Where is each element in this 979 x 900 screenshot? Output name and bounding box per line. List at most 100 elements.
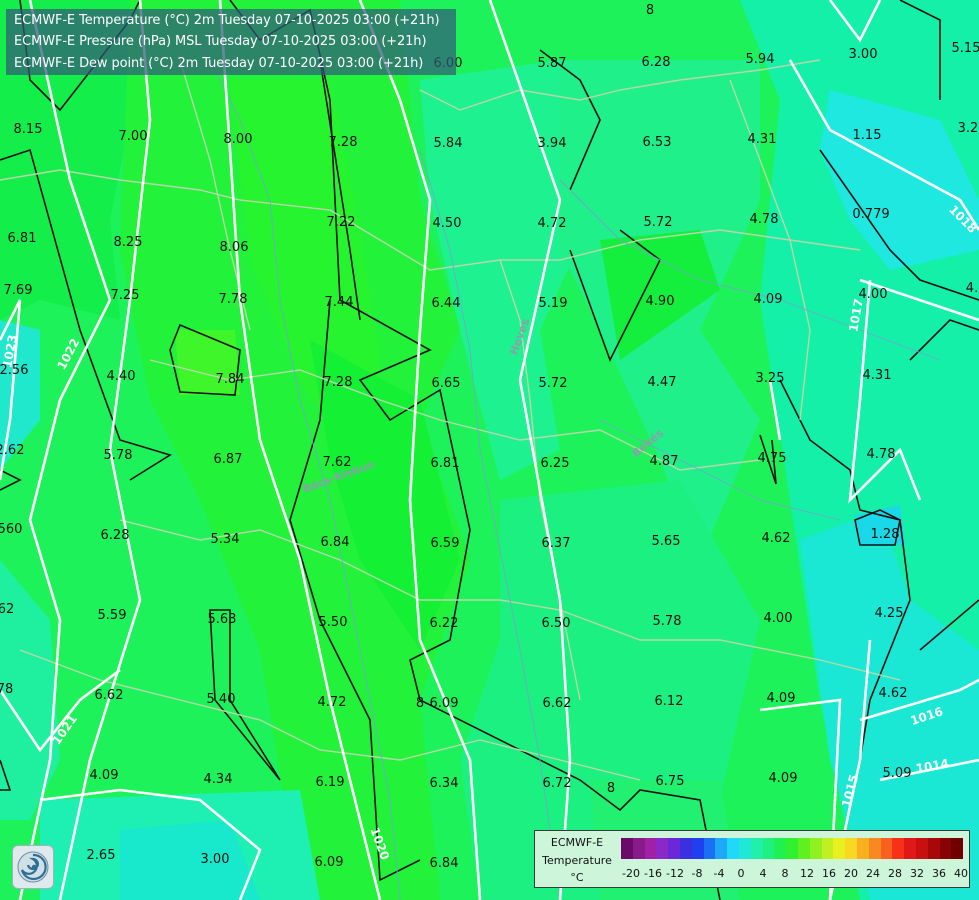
legend-tick-label: 20	[844, 867, 858, 880]
dewpoint-value-label: 6.28	[642, 55, 671, 70]
legend-color-swatch	[656, 838, 669, 859]
dewpoint-value-label: 5.40	[207, 692, 236, 707]
header-line-dewpoint: ECMWF-E Dew point (°C) 2m Tuesday 07-10-…	[14, 56, 424, 71]
dewpoint-value-label: 6.62	[95, 688, 124, 703]
dewpoint-value-label: 6.75	[656, 774, 685, 789]
dewpoint-value-label: 7.28	[329, 135, 358, 150]
dewpoint-value-label: 3.25	[756, 371, 785, 386]
dewpoint-value-label: 7.22	[327, 215, 356, 230]
legend-tick-label: 8	[781, 867, 789, 880]
dewpoint-value-label: 4.50	[433, 216, 462, 231]
dewpoint-value-label: 78	[0, 682, 13, 697]
legend-color-swatch	[904, 838, 916, 859]
legend-color-swatch	[774, 838, 787, 859]
legend-color-swatch	[750, 838, 763, 859]
dewpoint-value-label: 4.72	[538, 216, 567, 231]
legend-color-swatch	[868, 838, 881, 859]
header-line-pressure: ECMWF-E Pressure (hPa) MSL Tuesday 07-10…	[14, 34, 427, 49]
dewpoint-value-label: 6.87	[214, 452, 243, 467]
legend-unit: °C	[570, 871, 584, 884]
legend-color-swatch	[856, 838, 869, 859]
legend-color-swatch	[691, 838, 704, 859]
swirl-icon	[17, 851, 49, 883]
dewpoint-value-label: 4.09	[754, 292, 783, 307]
legend-color-swatch	[880, 838, 893, 859]
dewpoint-value-label: 4.78	[867, 447, 896, 462]
dewpoint-value-label: 4.09	[90, 768, 119, 783]
legend-color-swatch	[644, 838, 657, 859]
dewpoint-value-label: 5.15	[952, 41, 979, 56]
legend-tick-label: -16	[644, 867, 662, 880]
weather-map: 1022 1023 1021 1020 1018 1017 1016 1015 1014 8.1…	[0, 0, 979, 900]
legend-tick-label: 16	[822, 867, 836, 880]
dewpoint-value-label: 4.09	[767, 691, 796, 706]
legend-color-swatch	[951, 838, 964, 859]
dewpoint-value-label: 5.65	[652, 534, 681, 549]
dewpoint-value-label: 4.34	[204, 772, 233, 787]
dewpoint-value-label: 6.84	[321, 535, 350, 550]
dewpoint-value-label: 5.72	[539, 376, 568, 391]
legend-tick-label: 28	[888, 867, 902, 880]
legend-color-swatch	[892, 838, 905, 859]
dewpoint-value-label: 6.28	[101, 528, 130, 543]
dewpoint-value-label: 0.779	[852, 207, 889, 222]
dewpoint-value-label: 8.00	[224, 132, 253, 147]
dewpoint-value-label: 5.72	[644, 215, 673, 230]
temperature-contour-label: 8	[607, 781, 615, 796]
dewpoint-value-label: 6.37	[542, 536, 571, 551]
dewpoint-value-label: 4.87	[650, 454, 679, 469]
legend-tick-label: 12	[800, 867, 814, 880]
dewpoint-value-label: 6.59	[431, 536, 460, 551]
dewpoint-value-label: 5.63	[208, 612, 237, 627]
legend-tick-label: 4	[759, 867, 767, 880]
legend-color-swatch	[927, 838, 940, 859]
dewpoint-value-label: 4.00	[764, 611, 793, 626]
legend-color-swatch	[845, 838, 857, 859]
legend-tick-label: -4	[713, 867, 725, 880]
legend-color-swatch	[679, 838, 692, 859]
dewpoint-value-label: 5.59	[98, 608, 127, 623]
dewpoint-value-label: 4.	[966, 281, 978, 296]
dewpoint-value-label: 560	[0, 522, 22, 537]
dewpoint-value-label: 5.34	[211, 532, 240, 547]
dewpoint-value-label: 4.31	[863, 368, 892, 383]
dewpoint-value-label: 4.31	[748, 132, 777, 147]
dewpoint-value-label: 5.94	[746, 52, 775, 67]
legend-title-variable: Temperature	[542, 854, 612, 867]
dewpoint-value-label: 6.34	[430, 776, 459, 791]
dewpoint-value-label: 3.00	[849, 47, 878, 62]
dewpoint-value-label: 5.84	[434, 136, 463, 151]
dewpoint-value-label: 5.87	[538, 56, 567, 71]
map-header: ECMWF-E Temperature (°C) 2m Tuesday 07-1…	[6, 9, 456, 75]
dewpoint-value-label: 4.47	[648, 375, 677, 390]
dewpoint-value-label: 2.56	[0, 363, 28, 378]
dewpoint-value-label: 7.84	[216, 372, 245, 387]
dewpoint-value-label: 8.15	[14, 122, 43, 137]
legend-color-swatch	[809, 838, 822, 859]
legend-tick-label: 40	[954, 867, 968, 880]
dewpoint-value-label: 6.53	[643, 135, 672, 150]
map-canvas: 102210231021102010181017101610151014 8.1…	[0, 0, 979, 900]
legend-tick-label: -8	[691, 867, 703, 880]
legend-color-swatch	[632, 838, 645, 859]
legend-color-swatch	[821, 838, 834, 859]
dewpoint-value-label: 1.15	[853, 128, 882, 143]
legend-color-swatch	[833, 838, 846, 859]
dewpoint-value-label: 4.09	[769, 771, 798, 786]
dewpoint-value-label: 6.19	[316, 775, 345, 790]
legend-tick-label: 32	[910, 867, 924, 880]
ecmwf-logo	[12, 845, 54, 889]
legend-tick-label: -12	[666, 867, 684, 880]
temperature-legend: ECMWF-E Temperature °C -20 -16 -12 -8 -4 0 4 8 1…	[534, 830, 970, 888]
dewpoint-value-label: 4.78	[750, 212, 779, 227]
dewpoint-value-label: 6.50	[542, 616, 571, 631]
dewpoint-value-label: 5.78	[653, 614, 682, 629]
dewpoint-value-label: 6.84	[430, 856, 459, 871]
dewpoint-value-label: 6.25	[541, 456, 570, 471]
legend-color-swatch	[939, 838, 952, 859]
legend-tick-label: 36	[932, 867, 946, 880]
dewpoint-value-label: 6.22	[430, 616, 459, 631]
dewpoint-value-label: 7.78	[219, 292, 248, 307]
legend-color-swatch	[668, 838, 680, 859]
dewpoint-value-label: 5.50	[319, 615, 348, 630]
